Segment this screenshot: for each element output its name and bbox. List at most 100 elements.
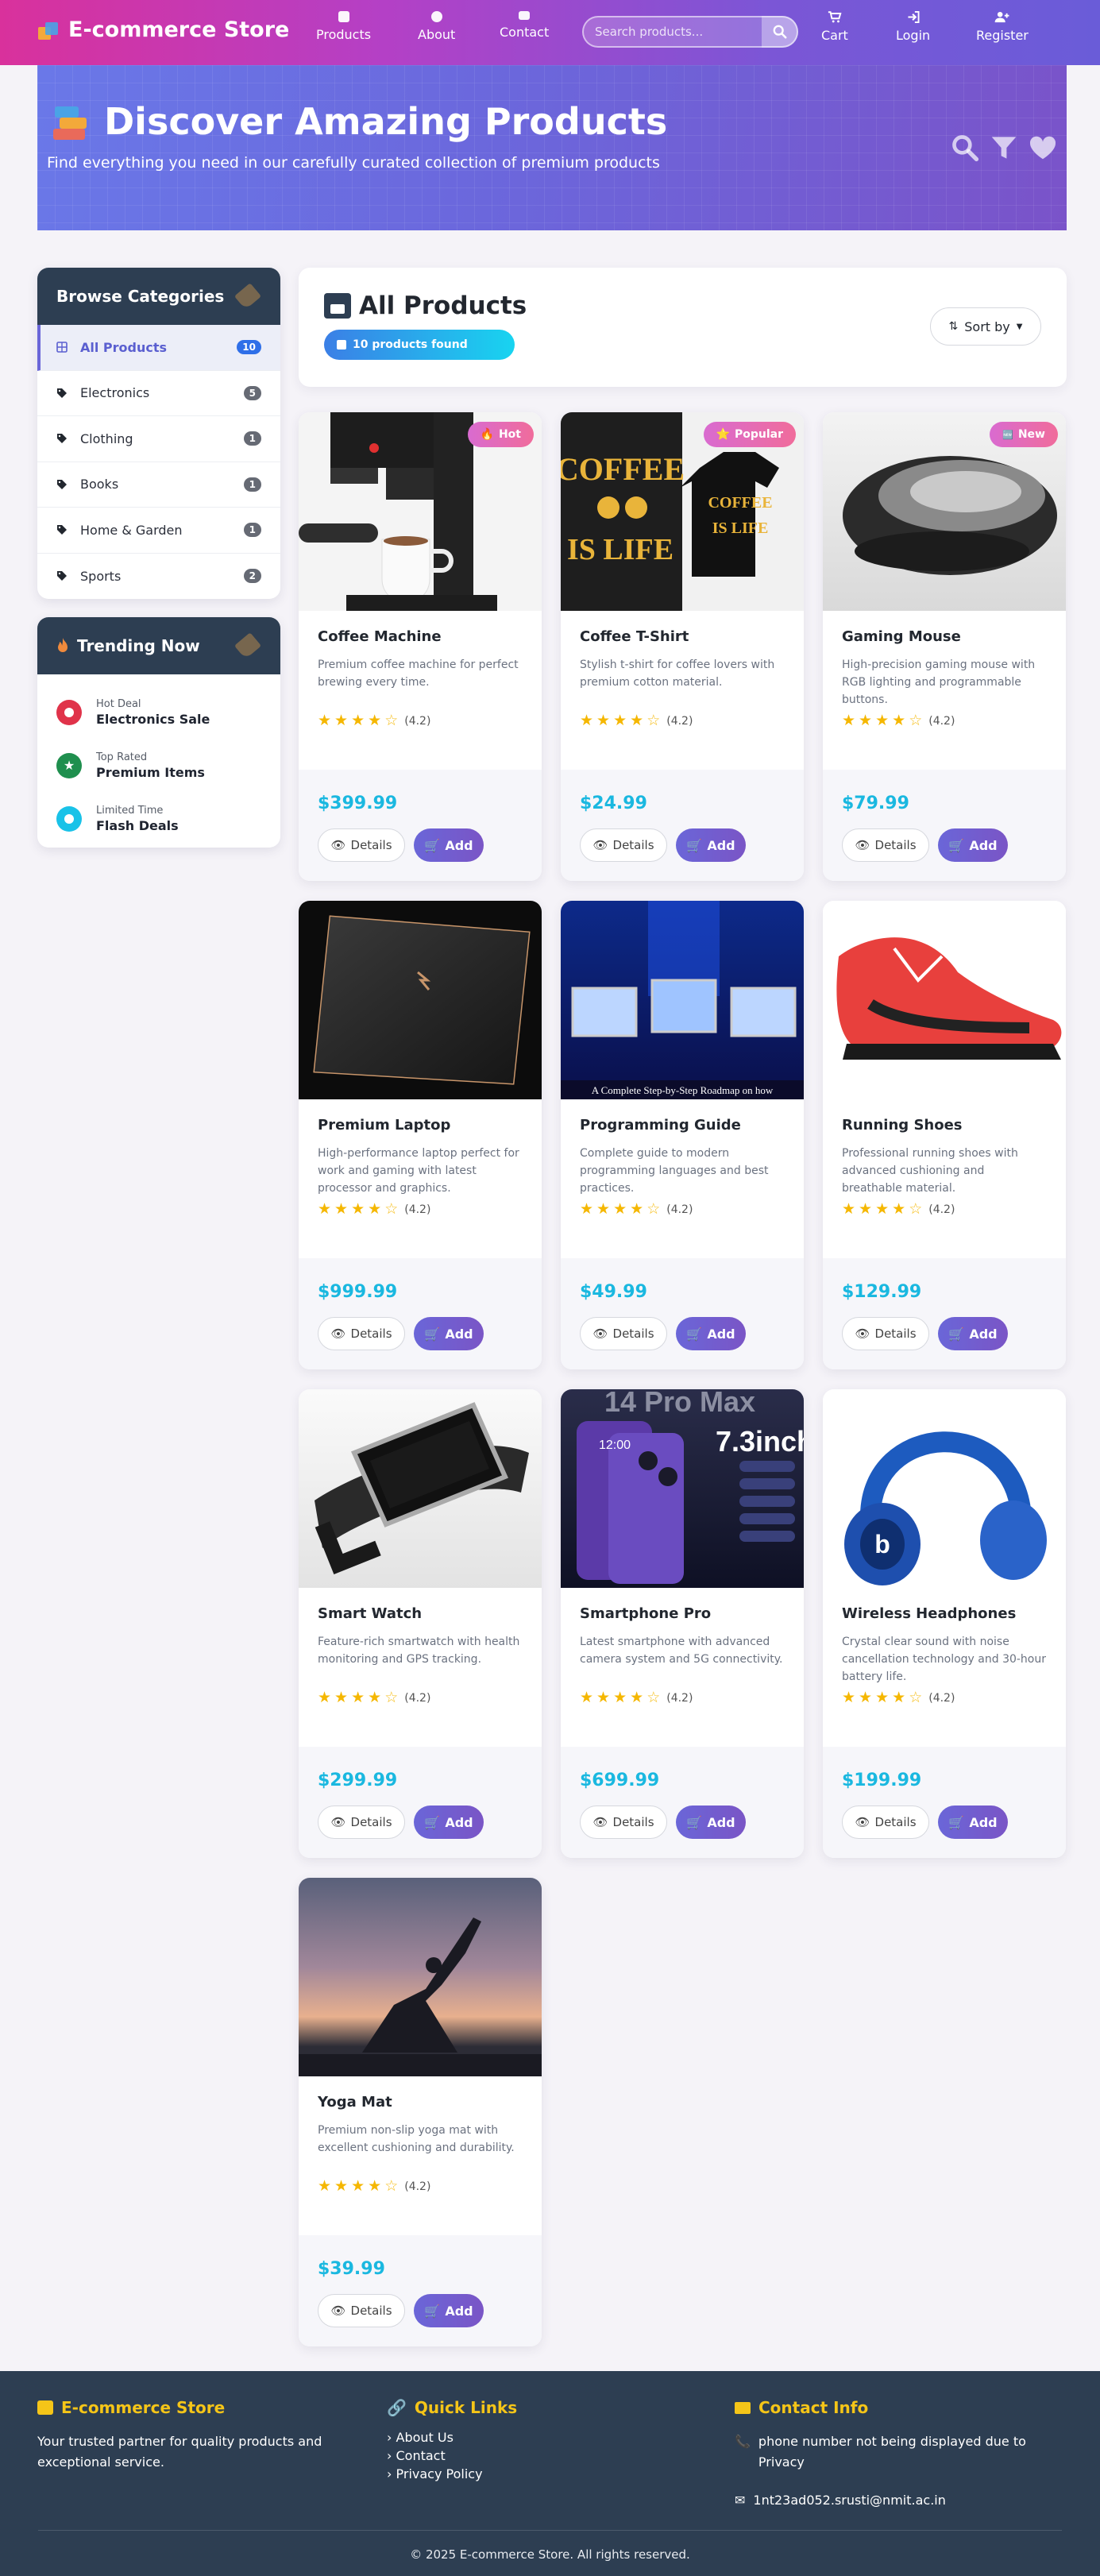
category-electronics[interactable]: Electronics 5 — [37, 371, 280, 416]
product-description: High-performance laptop perfect for work… — [318, 1147, 519, 1195]
product-card[interactable]: 14 Pro Max 12:00 7.3inch Smartphone Pro … — [561, 1389, 804, 1858]
product-price: $39.99 — [318, 2259, 385, 2279]
add-to-cart-button[interactable]: 🛒 Add — [938, 1317, 1008, 1350]
details-button[interactable]: 👁 Details — [318, 828, 405, 862]
products-found-badge: 10 products found — [324, 330, 515, 360]
link-icon: 🔗 — [387, 2398, 407, 2417]
cart-icon: 🛒 — [424, 1814, 441, 1830]
product-card[interactable]: Yoga Mat Premium non-slip yoga mat with … — [299, 1878, 542, 2346]
trending-top-rated[interactable]: ★ Top Rated Premium Items — [37, 739, 280, 792]
add-to-cart-button[interactable]: 🛒 Add — [938, 1806, 1008, 1839]
nav-about[interactable]: About — [418, 11, 455, 42]
add-to-cart-button[interactable]: 🛒 Add — [414, 1317, 484, 1350]
eye-icon: 👁 — [855, 1327, 870, 1341]
tag-icon — [57, 434, 67, 444]
search-button[interactable] — [762, 16, 798, 48]
details-button[interactable]: 👁 Details — [842, 1806, 929, 1839]
category-home-garden[interactable]: Home & Garden 1 — [37, 508, 280, 554]
product-name[interactable]: Smart Watch — [318, 1605, 523, 1622]
nav-products[interactable]: Products — [316, 11, 371, 42]
cart-icon: 🛒 — [424, 2303, 441, 2319]
trending-hot-deal[interactable]: Hot Deal Electronics Sale — [37, 686, 280, 739]
category-count: 5 — [243, 385, 261, 400]
footer-link-label: Contact — [396, 2448, 446, 2463]
nav-register[interactable]: Register — [976, 11, 1029, 43]
add-to-cart-button[interactable]: 🛒 Add — [676, 828, 746, 862]
categories-panel: Browse Categories All Products 10 Electr… — [37, 268, 280, 599]
tag-icon — [234, 632, 262, 659]
details-button[interactable]: 👁 Details — [842, 1317, 929, 1350]
brand-logo[interactable]: E-commerce Store — [38, 17, 289, 42]
nav-cart[interactable]: Cart — [821, 11, 848, 43]
trending-limited-time[interactable]: Limited Time Flash Deals — [37, 792, 280, 845]
details-button[interactable]: 👁 Details — [580, 1317, 667, 1350]
product-card[interactable]: 🆕 New Gaming Mouse High-precision gaming … — [823, 412, 1066, 881]
product-rating: ★ ★ ★ ★ ☆ (4.2) — [842, 1690, 1047, 1705]
badge-popular: ⭐ Popular — [703, 422, 796, 447]
star-empty-icon: ☆ — [646, 1200, 661, 1218]
add-to-cart-button[interactable]: 🛒 Add — [676, 1317, 746, 1350]
product-description: High-precision gaming mouse with RGB lig… — [842, 658, 1036, 706]
product-card[interactable]: A Complete Step-by-Step Roadmap on how P… — [561, 901, 804, 1369]
footer-link-contact[interactable]: › Contact — [387, 2448, 625, 2463]
sort-dropdown[interactable]: ⇅ Sort by ▼ — [930, 307, 1041, 346]
footer-phone-text: phone number not being displayed due to … — [758, 2434, 1026, 2470]
phone-banner-text: 14 Pro Max — [604, 1389, 755, 1418]
footer-email[interactable]: ✉ 1nt23ad052.srusti@nmit.ac.in — [735, 2490, 1068, 2511]
product-rating: ★ ★ ★ ★ ☆ (4.2) — [318, 1202, 523, 1217]
product-name[interactable]: Coffee Machine — [318, 628, 523, 645]
add-to-cart-button[interactable]: 🛒 Add — [414, 1806, 484, 1839]
product-name[interactable]: Gaming Mouse — [842, 628, 1047, 645]
product-name[interactable]: Smartphone Pro — [580, 1605, 785, 1622]
product-price: $49.99 — [580, 1282, 647, 1302]
footer-contact-col: Contact Info 📞 phone number not being di… — [735, 2398, 1068, 2511]
fire-icon — [56, 699, 82, 725]
product-card[interactable]: Premium Laptop High-performance laptop p… — [299, 901, 542, 1369]
product-name[interactable]: Wireless Headphones — [842, 1605, 1047, 1622]
category-sports[interactable]: Sports 2 — [37, 554, 280, 600]
product-name[interactable]: Running Shoes — [842, 1117, 1047, 1134]
nav-login[interactable]: Login — [896, 11, 930, 43]
details-button[interactable]: 👁 Details — [318, 2294, 405, 2327]
product-price: $699.99 — [580, 1771, 660, 1790]
add-to-cart-button[interactable]: 🛒 Add — [938, 828, 1008, 862]
product-name[interactable]: Programming Guide — [580, 1117, 785, 1134]
footer-link-label: About Us — [396, 2430, 454, 2445]
nav-contact[interactable]: Contact — [500, 11, 549, 40]
add-to-cart-button[interactable]: 🛒 Add — [414, 828, 484, 862]
product-name[interactable]: Premium Laptop — [318, 1117, 523, 1134]
product-image: b — [823, 1389, 1066, 1588]
product-card[interactable]: Smart Watch Feature-rich smartwatch with… — [299, 1389, 542, 1858]
product-card[interactable]: Running Shoes Professional running shoes… — [823, 901, 1066, 1369]
product-image: 🆕 New — [823, 412, 1066, 611]
badge-label: Hot — [498, 428, 521, 441]
details-button[interactable]: 👁 Details — [580, 1806, 667, 1839]
category-label: Clothing — [80, 431, 133, 446]
badge-new: 🆕 New — [990, 422, 1058, 447]
footer-brand-col: E-commerce Store Your trusted partner fo… — [37, 2398, 355, 2473]
add-to-cart-button[interactable]: 🛒 Add — [414, 2294, 484, 2327]
details-button[interactable]: 👁 Details — [842, 828, 929, 862]
product-card[interactable]: b Wireless Headphones Crystal clear soun… — [823, 1389, 1066, 1858]
product-card[interactable]: COFFEE IS LIFE COFFEE IS LIFE ⭐ Popular C… — [561, 412, 804, 881]
product-rating: ★ ★ ★ ★ ☆ (4.2) — [318, 1690, 523, 1705]
category-all-products[interactable]: All Products 10 — [37, 325, 280, 371]
rating-value: (4.2) — [928, 714, 955, 728]
search-input[interactable] — [584, 25, 758, 39]
category-books[interactable]: Books 1 — [37, 462, 280, 508]
product-card[interactable]: 🔥 Hot Coffee Machine Premium coffee machi… — [299, 412, 542, 881]
add-to-cart-button[interactable]: 🛒 Add — [676, 1806, 746, 1839]
product-image — [823, 901, 1066, 1099]
category-count: 1 — [243, 477, 261, 492]
details-button[interactable]: 👁 Details — [318, 1806, 405, 1839]
footer-link-about[interactable]: › About Us — [387, 2430, 625, 2445]
footer-link-privacy[interactable]: › Privacy Policy — [387, 2466, 625, 2481]
product-name[interactable]: Yoga Mat — [318, 2094, 523, 2111]
product-name[interactable]: Coffee T-Shirt — [580, 628, 785, 645]
category-label: Electronics — [80, 385, 150, 401]
star-empty-icon: ☆ — [909, 1200, 923, 1218]
details-button[interactable]: 👁 Details — [318, 1317, 405, 1350]
details-button[interactable]: 👁 Details — [580, 828, 667, 862]
cart-icon: 🛒 — [948, 1326, 965, 1342]
category-clothing[interactable]: Clothing 1 — [37, 416, 280, 462]
